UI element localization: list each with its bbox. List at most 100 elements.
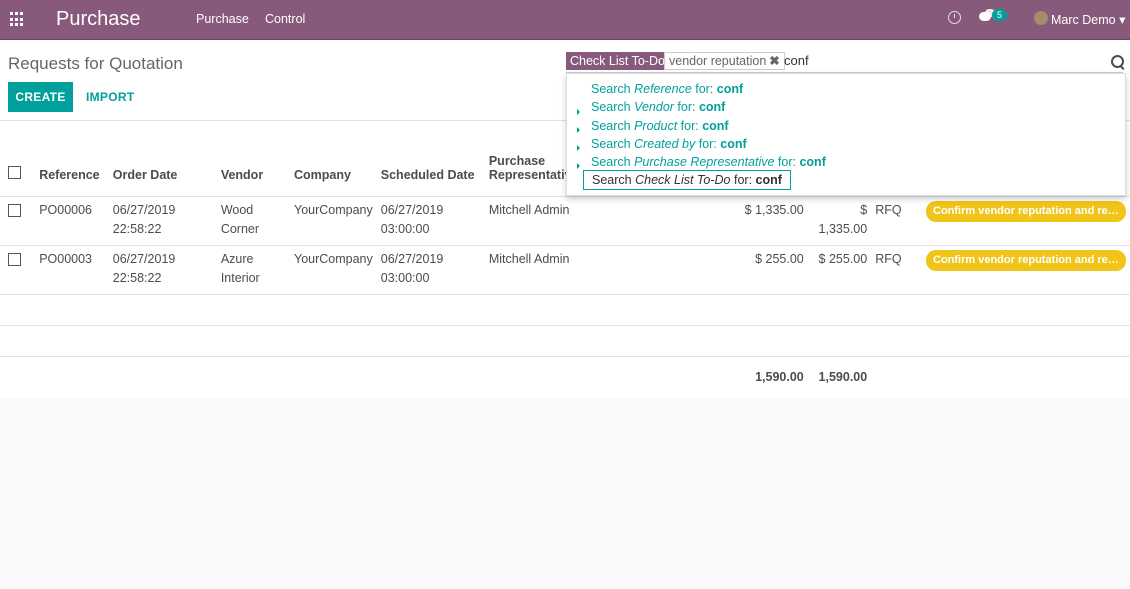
suggestion-prefix: Search (591, 119, 635, 133)
suggestion-prefix: Search (591, 82, 635, 96)
cell-vendor: Azure Interior (216, 245, 290, 295)
order-time-value: 22:58:22 (112, 271, 162, 285)
select-all-checkbox[interactable] (8, 166, 21, 179)
scheduled-time-value: 03:00:00 (380, 222, 430, 236)
expand-product-icon[interactable] (577, 127, 580, 133)
page-title: Requests for Quotation (8, 54, 183, 73)
cell-order-date: 06/27/2019 22:58:22 (108, 245, 217, 295)
suggestion-field: Product (634, 119, 678, 133)
totals-row: 1,590.00 1,590.00 (0, 357, 1130, 399)
expand-representative-icon[interactable] (577, 163, 580, 169)
suggestion-representative[interactable]: Search Purchase Representative for: conf (591, 155, 826, 169)
table-row[interactable]: PO00006 06/27/2019 22:58:22 Wood Corner Y… (0, 196, 1130, 246)
suggestion-term: conf (698, 100, 726, 114)
search-icon[interactable] (1111, 55, 1124, 68)
cell-status: RFQ (871, 245, 922, 295)
suggestion-term: conf (702, 119, 729, 133)
cell-company: YourCompany (290, 196, 377, 246)
cell-todo: Confirm vendor reputation and relia… (922, 196, 1130, 246)
cell-status: RFQ (871, 196, 922, 246)
suggestion-suffix: for: (677, 119, 703, 133)
scheduled-date-value: 06/27/2019 (380, 252, 444, 266)
suggestion-checklist-todo[interactable]: Search Check List To-Do for: conf (583, 170, 791, 190)
suggestion-created-by[interactable]: Search Created by for: conf (591, 137, 747, 151)
header-scheduled-date[interactable]: Scheduled Date (376, 121, 485, 197)
suggestion-field: Created by (634, 137, 696, 151)
import-button[interactable]: IMPORT (80, 82, 140, 112)
chat-count-badge: 5 (992, 9, 1008, 21)
row-checkbox[interactable] (8, 253, 21, 266)
suggestion-prefix: Search (592, 173, 636, 187)
suggestion-reference[interactable]: Search Reference for: conf (591, 82, 743, 96)
suggestion-term: conf (720, 137, 747, 151)
menu-control[interactable]: Control (265, 12, 305, 26)
cell-scheduled-date: 06/27/2019 03:00:00 (376, 196, 485, 246)
totals-spacer (0, 357, 741, 399)
cell-reference: PO00003 (35, 245, 109, 295)
search-facet: vendor reputation ✖ (664, 52, 785, 70)
cell-reference: PO00006 (35, 196, 109, 246)
suggestion-prefix: Search (591, 100, 635, 114)
suggestion-product[interactable]: Search Product for: conf (591, 119, 729, 133)
activity-clock-icon[interactable] (948, 11, 961, 24)
app-menu-grid-icon[interactable] (10, 12, 25, 27)
suggestion-prefix: Search (591, 137, 635, 151)
row-checkbox[interactable] (8, 204, 21, 217)
totals-tail (871, 357, 1130, 399)
suggestion-vendor[interactable]: Search Vendor for: conf (591, 100, 725, 114)
suggestion-suffix: for: (695, 137, 721, 151)
total-untaxed: 1,590.00 (755, 370, 804, 384)
app-name: Purchase (56, 8, 141, 30)
create-button[interactable]: CREATE (8, 82, 73, 112)
cell-representative: Mitchell Admin (484, 245, 741, 295)
suggestion-suffix: for: (730, 173, 756, 187)
user-avatar[interactable] (1034, 11, 1048, 25)
expand-vendor-icon[interactable] (577, 109, 580, 115)
empty-row (0, 294, 1130, 326)
suggestion-field: Check List To-Do (635, 173, 731, 187)
cell-order-date: 06/27/2019 22:58:22 (108, 196, 217, 246)
search-autocomplete-dropdown: Search Reference for: conf Search Vendor… (566, 73, 1126, 196)
total-amount: 1,590.00 (818, 370, 868, 384)
cell-scheduled-date: 06/27/2019 03:00:00 (376, 245, 485, 295)
header-vendor[interactable]: Vendor (216, 121, 290, 197)
suggestion-suffix: for: (691, 82, 717, 96)
cell-total: $ 1,335.00 (807, 196, 872, 246)
expand-created-by-icon[interactable] (577, 145, 580, 151)
scheduled-time-value: 03:00:00 (380, 271, 430, 285)
menu-purchase[interactable]: Purchase (196, 12, 249, 26)
suggestion-prefix: Search (591, 155, 635, 169)
header-reference[interactable]: Reference (35, 121, 109, 197)
row-select-cell (0, 196, 36, 246)
top-navbar: Purchase Purchase Control 5 Marc Demo ▾ (0, 0, 1130, 40)
search-bar[interactable]: Check List To-Do vendor reputation ✖ conf (566, 50, 1124, 73)
facet-category: Check List To-Do (566, 52, 669, 70)
cell-todo: Confirm vendor reputation and relia… (922, 245, 1130, 295)
cell-untaxed: $ 255.00 (740, 245, 808, 295)
empty-cell (0, 325, 1130, 357)
header-order-date[interactable]: Order Date (108, 121, 217, 197)
cell-vendor: Wood Corner (216, 196, 290, 246)
scheduled-date-value: 06/27/2019 (380, 203, 444, 217)
chat-icon[interactable] (979, 9, 995, 21)
search-input[interactable]: conf (784, 53, 809, 68)
suggestion-field: Vendor (634, 100, 674, 114)
cell-company: YourCompany (290, 245, 377, 295)
suggestion-term: conf (799, 155, 826, 169)
order-time-value: 22:58:22 (112, 222, 162, 236)
vendor-value-line2: Interior (220, 271, 260, 285)
suggestion-field: Purchase Representative (634, 155, 775, 169)
select-all-header (0, 121, 36, 197)
order-date-value: 06/27/2019 (112, 252, 176, 266)
todo-badge: Confirm vendor reputation and relia… (926, 201, 1126, 222)
facet-remove-icon[interactable]: ✖ (769, 54, 779, 68)
order-date-value: 06/27/2019 (112, 203, 176, 217)
todo-badge: Confirm vendor reputation and relia… (926, 250, 1126, 271)
suggestion-field: Reference (634, 82, 692, 96)
user-menu[interactable]: Marc Demo ▾ (1051, 12, 1125, 27)
facet-value: vendor reputation (669, 54, 767, 68)
empty-cell (0, 294, 1130, 326)
table-row[interactable]: PO00003 06/27/2019 22:58:22 Azure Interior… (0, 245, 1130, 295)
header-company[interactable]: Company (290, 121, 377, 197)
cell-representative: Mitchell Admin (484, 196, 741, 246)
